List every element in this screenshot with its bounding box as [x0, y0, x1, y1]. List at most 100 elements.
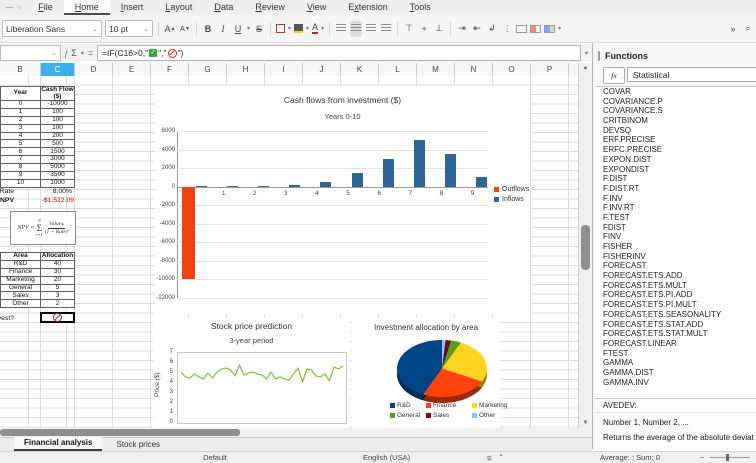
- table-header-cell[interactable]: Year: [0, 86, 41, 101]
- column-header-B[interactable]: B: [0, 63, 41, 76]
- sum-button[interactable]: Σ: [71, 48, 77, 58]
- bar-inflows-year-3[interactable]: [289, 184, 301, 187]
- table-cell[interactable]: Other: [0, 299, 41, 309]
- underline-button[interactable]: U: [232, 21, 244, 37]
- column-header-L[interactable]: L: [379, 63, 417, 76]
- name-box[interactable]: ⌄: [0, 45, 61, 61]
- column-header-F[interactable]: F: [151, 63, 189, 76]
- bar-inflows-year-7[interactable]: [413, 140, 425, 187]
- menu-tab-file[interactable]: File: [27, 0, 64, 15]
- column-header-G[interactable]: G: [189, 63, 227, 76]
- bar-outflows-year-0[interactable]: [182, 186, 195, 280]
- function-wizard-button[interactable]: fx: [603, 67, 625, 84]
- rate-label[interactable]: Rate: [0, 188, 14, 195]
- function-wizard-button[interactable]: f: [65, 49, 67, 58]
- function-list-item[interactable]: GAMMA.DIST: [595, 368, 756, 378]
- menu-tab-layout[interactable]: Layout: [154, 0, 203, 15]
- sheet-tab-financial-analysis[interactable]: Financial analysis: [14, 437, 103, 451]
- increase-indent-button[interactable]: ⇥: [456, 21, 468, 37]
- bar-inflows-year-4[interactable]: [320, 182, 332, 187]
- circle-icon[interactable]: ○: [17, 4, 21, 11]
- table-cell[interactable]: 30: [40, 267, 75, 277]
- expand-formula-bar-icon[interactable]: ▾: [585, 50, 588, 57]
- function-list-item[interactable]: COVARIANCE.S: [595, 106, 756, 116]
- function-list-item[interactable]: FISHER: [595, 242, 756, 252]
- function-list-item[interactable]: FDIST: [595, 223, 756, 233]
- equals-button[interactable]: =: [88, 48, 93, 58]
- column-header-D[interactable]: D: [75, 63, 113, 76]
- grow-font-button[interactable]: A ▲: [164, 21, 176, 37]
- chevron-down-icon[interactable]: ▾: [321, 25, 324, 32]
- wrap-text-button[interactable]: ↲: [486, 21, 498, 37]
- bar-inflows-year-9[interactable]: [475, 177, 487, 187]
- column-header-E[interactable]: E: [113, 63, 151, 76]
- chevron-down-icon[interactable]: ▾: [288, 25, 291, 32]
- bar-inflows-year-8[interactable]: [444, 154, 456, 187]
- zoom-out-button[interactable]: −: [700, 453, 704, 462]
- sheet-tab-stock-prices[interactable]: Stock prices: [106, 439, 170, 451]
- center-vertically-button[interactable]: +: [418, 21, 430, 37]
- table-cell[interactable]: 20: [40, 275, 75, 285]
- rate-value[interactable]: 8.00%: [41, 188, 72, 195]
- zoom-slider[interactable]: [710, 454, 750, 461]
- function-list-item[interactable]: FORECAST.ETS.ADD: [595, 271, 756, 281]
- table-cell[interactable]: 5: [0, 139, 41, 149]
- align-left-button[interactable]: [335, 21, 347, 37]
- table-cell[interactable]: 5: [40, 283, 75, 293]
- function-list-item[interactable]: ERF.PRECISE: [595, 135, 756, 145]
- vertical-scrollbar-thumb[interactable]: [581, 225, 590, 270]
- table-cell[interactable]: 10: [0, 178, 41, 188]
- function-list-item[interactable]: FISHERINV: [595, 252, 756, 262]
- function-list-item[interactable]: GAMMA: [595, 358, 756, 368]
- background-color-icon[interactable]: [294, 24, 304, 33]
- table-cell[interactable]: 2: [40, 299, 75, 309]
- allocation-table[interactable]: Area Allocation R&D 40 Finance 30 Marketing 20 G…: [0, 252, 75, 309]
- table-cell[interactable]: 3: [40, 291, 75, 301]
- function-list-item[interactable]: FORECAST.LINEAR: [595, 339, 756, 349]
- stock-line-chart[interactable]: Stock price prediction 3-year period Pri…: [153, 317, 350, 428]
- function-list[interactable]: COVAR COVARIANCE.P COVARIANCE.S CRITBINOM DE…: [595, 86, 756, 400]
- vertical-scrollbar[interactable]: ▲ ▼: [578, 63, 592, 428]
- borders-icon[interactable]: [276, 24, 286, 33]
- menu-tab-data[interactable]: Data: [203, 0, 244, 15]
- table-cell[interactable]: Sales: [0, 291, 41, 301]
- function-list-item[interactable]: F.TEST: [595, 213, 756, 223]
- table-cell[interactable]: 2: [0, 115, 41, 125]
- align-center-button[interactable]: [350, 20, 363, 37]
- function-list-item[interactable]: DEVSQ: [595, 126, 756, 136]
- toolbar-overflow-button[interactable]: »: [727, 21, 739, 37]
- allocation-pie-chart[interactable]: Investment allocation by area R&D Finance…: [352, 317, 508, 428]
- column-header-H[interactable]: H: [227, 63, 265, 76]
- zoom-slider-thumb[interactable]: [726, 454, 729, 461]
- formula-input[interactable]: =IF(C16>0," ✓ "," "): [97, 45, 581, 61]
- chevron-down-icon[interactable]: ▾: [81, 50, 84, 57]
- function-list-item[interactable]: FORECAST.ETS.SEASONALITY: [595, 310, 756, 320]
- table-cell[interactable]: General: [0, 283, 41, 293]
- function-list-item[interactable]: FORECAST.ETS.STAT.MULT: [595, 329, 756, 339]
- italic-button[interactable]: I: [217, 21, 229, 37]
- table-cell[interactable]: 3: [0, 123, 41, 133]
- function-list-item[interactable]: FTEST: [595, 349, 756, 359]
- bar-inflows-year-1[interactable]: [227, 185, 239, 187]
- function-list-item[interactable]: F.INV.RT: [595, 203, 756, 213]
- chevron-down-icon[interactable]: ▾: [247, 25, 250, 32]
- menu-collapse-icon[interactable]: —: [6, 4, 13, 11]
- function-list-item[interactable]: F.INV: [595, 194, 756, 204]
- font-name-select[interactable]: Liberation Sans ⌄: [2, 20, 102, 37]
- decrease-indent-button[interactable]: ⇤: [471, 21, 483, 37]
- function-list-item[interactable]: F.DIST: [595, 174, 756, 184]
- merge-center-button[interactable]: [544, 24, 556, 33]
- function-list-item[interactable]: FORECAST: [595, 261, 756, 271]
- selection-mode-icon[interactable]: ⋦: [486, 453, 492, 462]
- function-list-item[interactable]: EXPON.DIST: [595, 155, 756, 165]
- unmerge-cells-button[interactable]: [530, 24, 542, 33]
- align-bottom-button[interactable]: ⊥: [433, 21, 445, 37]
- table-cell[interactable]: 200: [40, 131, 75, 141]
- column-header-K[interactable]: K: [341, 63, 379, 76]
- selected-cell-invest[interactable]: [40, 312, 75, 323]
- table-cell[interactable]: 4: [0, 131, 41, 141]
- column-header-O[interactable]: O: [493, 63, 531, 76]
- shrink-font-button[interactable]: A ▼: [179, 21, 191, 37]
- align-right-button[interactable]: [365, 21, 377, 37]
- table-cell[interactable]: 500: [40, 139, 75, 149]
